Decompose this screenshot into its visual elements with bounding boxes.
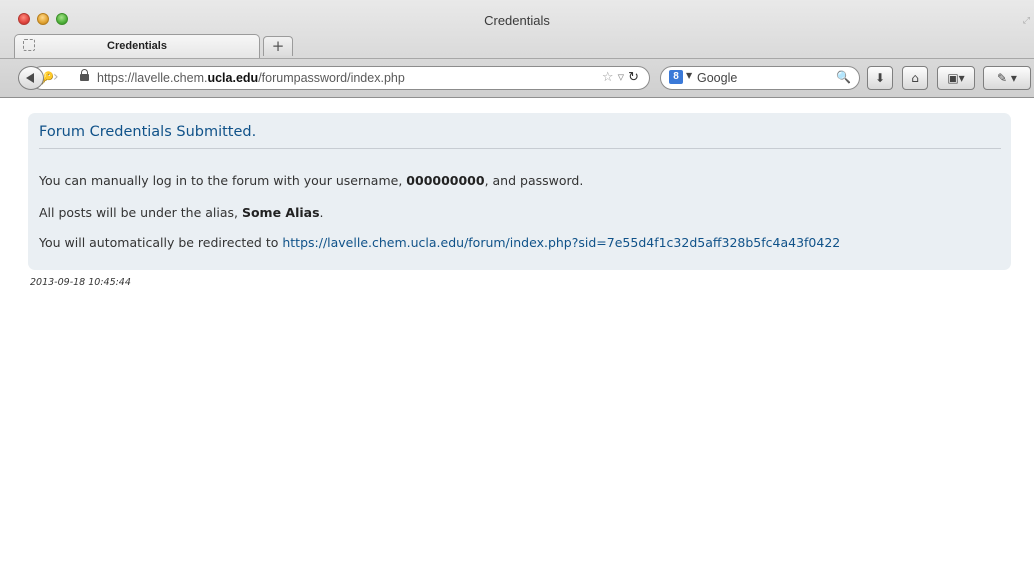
downloads-button[interactable]: ⬇: [867, 66, 893, 90]
bookmark-star-icon[interactable]: ☆: [602, 70, 614, 85]
home-button[interactable]: ⌂: [902, 66, 928, 90]
tab-credentials[interactable]: Credentials: [14, 34, 260, 58]
download-arrow-icon: ⬇: [874, 71, 886, 85]
login-instructions: You can manually log in to the forum wit…: [39, 173, 583, 188]
addon-icon: ✎ ▾: [997, 71, 1017, 85]
history-dropdown-icon[interactable]: ▿: [618, 70, 625, 85]
google-engine-icon[interactable]: 8: [669, 70, 683, 84]
redirect-text-prefix: You will automatically be redirected to: [39, 235, 283, 250]
message-panel: Forum Credentials Submitted. You can man…: [28, 113, 1011, 270]
username-value: 000000000: [406, 173, 485, 188]
alias-value: Some Alias: [241, 205, 320, 220]
tab-label: Credentials: [107, 40, 167, 52]
page-content: Forum Credentials Submitted. You can man…: [0, 98, 1034, 584]
fullscreen-icon[interactable]: ⤢: [1023, 16, 1030, 26]
home-icon: ⌂: [911, 71, 919, 85]
alias-text-suffix: .: [319, 205, 324, 220]
redirect-link[interactable]: https://lavelle.chem.ucla.edu/forum/inde…: [282, 235, 840, 250]
login-text-prefix: You can manually log in to the forum wit…: [39, 173, 407, 188]
engine-dropdown-icon[interactable]: ▼: [686, 71, 692, 80]
navigation-toolbar: 🔑 › https://lavelle.chem.ucla.edu/forump…: [0, 59, 1034, 96]
redirect-line: You will automatically be redirected to …: [39, 235, 840, 250]
page-title: Forum Credentials Submitted.: [39, 124, 257, 140]
tab-strip: Credentials +: [0, 32, 1034, 59]
alias-text-prefix: All posts will be under the alias,: [39, 205, 242, 220]
lock-icon: [80, 69, 89, 81]
addon-menu-button[interactable]: ✎ ▾: [983, 66, 1031, 90]
url-suffix: /forumpassword/index.php: [258, 71, 405, 85]
window-title: Credentials: [484, 13, 550, 28]
search-bar[interactable]: 8 ▼ Google 🔍: [660, 66, 860, 90]
title-bar: Credentials ⤢: [0, 0, 1034, 32]
login-text-suffix: , and password.: [484, 173, 584, 188]
url-host: ucla.edu: [207, 71, 259, 85]
search-engine-label: Google: [697, 71, 738, 85]
url-prefix: https://lavelle.chem.: [97, 71, 208, 85]
bookmarks-icon: ▣▾: [947, 71, 965, 85]
forward-arrow-icon[interactable]: ›: [53, 69, 59, 85]
url-text[interactable]: https://lavelle.chem.ucla.edu/forumpassw…: [97, 71, 405, 85]
address-bar[interactable]: 🔑 › https://lavelle.chem.ucla.edu/forump…: [30, 66, 650, 90]
url-tools: ☆ ▿ ↻: [598, 70, 639, 85]
back-button[interactable]: [18, 66, 44, 90]
browser-chrome: Credentials ⤢ Credentials + 🔑 › https://…: [0, 0, 1034, 98]
alias-line: All posts will be under the alias, Some …: [39, 205, 324, 220]
timestamp: 2013-09-18 10:45:44: [30, 277, 131, 288]
bookmarks-menu-button[interactable]: ▣▾: [937, 66, 975, 90]
new-tab-button[interactable]: +: [263, 36, 293, 56]
heading-divider: [39, 148, 1001, 149]
reload-icon[interactable]: ↻: [628, 70, 639, 85]
search-icon[interactable]: 🔍: [836, 70, 851, 84]
